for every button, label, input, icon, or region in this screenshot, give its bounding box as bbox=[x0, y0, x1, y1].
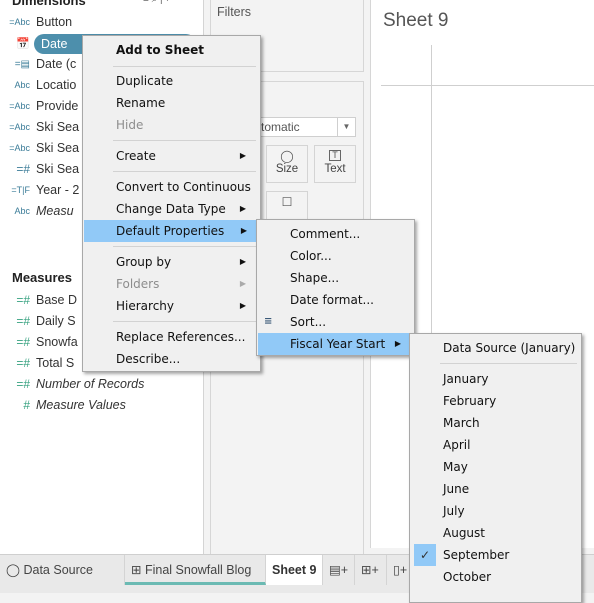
tab-final-snowfall-blog[interactable]: ⊞ Final Snowfall Blog bbox=[125, 555, 266, 585]
field-context-menu: Add to Sheet Duplicate Rename Hide Creat… bbox=[82, 35, 261, 372]
submenu-arrow-icon: ▶ bbox=[239, 204, 246, 213]
submenu-arrow-icon: ▶ bbox=[394, 339, 401, 348]
menu-item-default-properties[interactable]: Default Properties ▶ bbox=[84, 220, 259, 242]
number-field-icon: =# bbox=[16, 335, 30, 349]
menu-item-add-to-sheet[interactable]: Add to Sheet bbox=[85, 39, 258, 61]
menu-item-month[interactable]: April bbox=[412, 434, 579, 456]
menu-item-month[interactable]: February bbox=[412, 390, 579, 412]
menu-item-rename[interactable]: Rename bbox=[85, 92, 258, 114]
dimensions-header: Dimensions bbox=[12, 0, 86, 8]
pane-toolbar-icons[interactable]: ≡ ⌕ | ▾ bbox=[143, 0, 170, 5]
menu-separator bbox=[113, 66, 256, 67]
menu-item-create[interactable]: Create ▶ bbox=[85, 145, 258, 167]
fiscal-year-start-submenu: Data Source (January) January February M… bbox=[409, 333, 582, 603]
size-icon: ◯ bbox=[280, 149, 294, 163]
number-field-icon: =# bbox=[16, 314, 30, 328]
menu-item-month[interactable]: May bbox=[412, 456, 579, 478]
menu-separator bbox=[113, 171, 256, 172]
tab-sheet-9[interactable]: Sheet 9 bbox=[266, 555, 323, 585]
new-story-icon: ▯+ bbox=[393, 563, 408, 577]
menu-item-convert-to-continuous[interactable]: Convert to Continuous bbox=[85, 176, 258, 198]
sort-icon: ≡ bbox=[264, 316, 273, 327]
menu-item-replace-references[interactable]: Replace References... bbox=[85, 326, 258, 348]
string-field-icon: =Abc bbox=[9, 122, 30, 132]
database-icon: ◯ bbox=[6, 563, 20, 577]
string-field-icon: =Abc bbox=[9, 101, 30, 111]
filters-label: Filters bbox=[217, 5, 252, 19]
menu-item-fiscal-year-start[interactable]: Fiscal Year Start ▶ bbox=[258, 333, 413, 355]
calendar-icon: 📅 bbox=[16, 37, 30, 50]
menu-item-shape[interactable]: Shape... bbox=[259, 267, 412, 289]
number-field-icon: =# bbox=[16, 162, 30, 176]
gridline-horizontal bbox=[381, 85, 594, 86]
dashboard-icon: ⊞ bbox=[131, 563, 142, 577]
chevron-down-icon: ▼ bbox=[337, 118, 355, 136]
menu-item-month-selected[interactable]: ✓ September bbox=[412, 544, 579, 566]
menu-item-month[interactable]: January bbox=[412, 368, 579, 390]
size-button[interactable]: ◯ Size bbox=[266, 145, 308, 183]
number-field-icon: # bbox=[23, 398, 30, 412]
boolean-field-icon: =T|F bbox=[11, 185, 30, 195]
menu-item-color[interactable]: Color... bbox=[259, 245, 412, 267]
menu-item-describe[interactable]: Describe... bbox=[85, 348, 258, 370]
menu-item-sort[interactable]: ≡ Sort... bbox=[259, 311, 412, 333]
default-properties-submenu: Comment... Color... Shape... Date format… bbox=[256, 219, 415, 356]
menu-item-data-source-january[interactable]: Data Source (January) bbox=[412, 337, 579, 359]
number-field-icon: =# bbox=[16, 377, 30, 391]
submenu-arrow-icon: ▶ bbox=[239, 257, 246, 266]
submenu-arrow-icon: ▶ bbox=[239, 151, 246, 160]
string-field-icon: Abc bbox=[14, 80, 30, 90]
submenu-arrow-icon: ▶ bbox=[239, 301, 246, 310]
dimension-field[interactable]: =Abc Button bbox=[0, 12, 200, 32]
tooltip-icon: ☐ bbox=[281, 195, 293, 209]
measure-field[interactable]: =# Number of Records bbox=[0, 374, 200, 394]
menu-item-comment[interactable]: Comment... bbox=[259, 223, 412, 245]
menu-separator bbox=[113, 246, 256, 247]
text-icon: T bbox=[329, 150, 341, 161]
new-worksheet-icon: ▤+ bbox=[329, 563, 349, 577]
menu-item-month[interactable]: March bbox=[412, 412, 579, 434]
string-field-icon: =Abc bbox=[9, 17, 30, 27]
measures-header: Measures bbox=[12, 270, 72, 285]
tab-data-source[interactable]: ◯ Data Source bbox=[0, 555, 125, 585]
menu-item-month[interactable]: October bbox=[412, 566, 579, 588]
submenu-arrow-icon: ▶ bbox=[239, 279, 246, 288]
submenu-arrow-icon: ▶ bbox=[240, 226, 247, 235]
number-field-icon: =# bbox=[16, 293, 30, 307]
menu-separator bbox=[113, 321, 256, 322]
menu-item-duplicate[interactable]: Duplicate bbox=[85, 70, 258, 92]
new-worksheet-button[interactable]: ▤+ bbox=[323, 555, 355, 585]
menu-separator bbox=[113, 140, 256, 141]
text-button[interactable]: T Text bbox=[314, 145, 356, 183]
menu-item-group-by[interactable]: Group by ▶ bbox=[85, 251, 258, 273]
new-dashboard-button[interactable]: ⊞+ bbox=[355, 555, 387, 585]
menu-item-month[interactable]: June bbox=[412, 478, 579, 500]
menu-item-date-format[interactable]: Date format... bbox=[259, 289, 412, 311]
menu-item-hide: Hide bbox=[116, 118, 144, 132]
menu-item-hierarchy[interactable]: Hierarchy ▶ bbox=[85, 295, 258, 317]
menu-item-month[interactable]: July bbox=[412, 500, 579, 522]
checkmark-icon: ✓ bbox=[414, 544, 436, 566]
new-dashboard-icon: ⊞+ bbox=[361, 563, 379, 577]
menu-item-change-data-type[interactable]: Change Data Type ▶ bbox=[85, 198, 258, 220]
sheet-title[interactable]: Sheet 9 bbox=[383, 10, 449, 32]
number-field-icon: =# bbox=[16, 356, 30, 370]
menu-item-folders: Folders ▶ bbox=[85, 273, 258, 295]
mark-type-dropdown[interactable]: tomatic ▼ bbox=[256, 117, 356, 137]
menu-separator bbox=[440, 363, 577, 364]
string-field-icon: =Abc bbox=[9, 143, 30, 153]
menu-item-month[interactable]: August bbox=[412, 522, 579, 544]
measure-field[interactable]: # Measure Values bbox=[0, 395, 200, 415]
string-field-icon: Abc bbox=[14, 206, 30, 216]
calendar-icon: =▤ bbox=[14, 58, 30, 70]
